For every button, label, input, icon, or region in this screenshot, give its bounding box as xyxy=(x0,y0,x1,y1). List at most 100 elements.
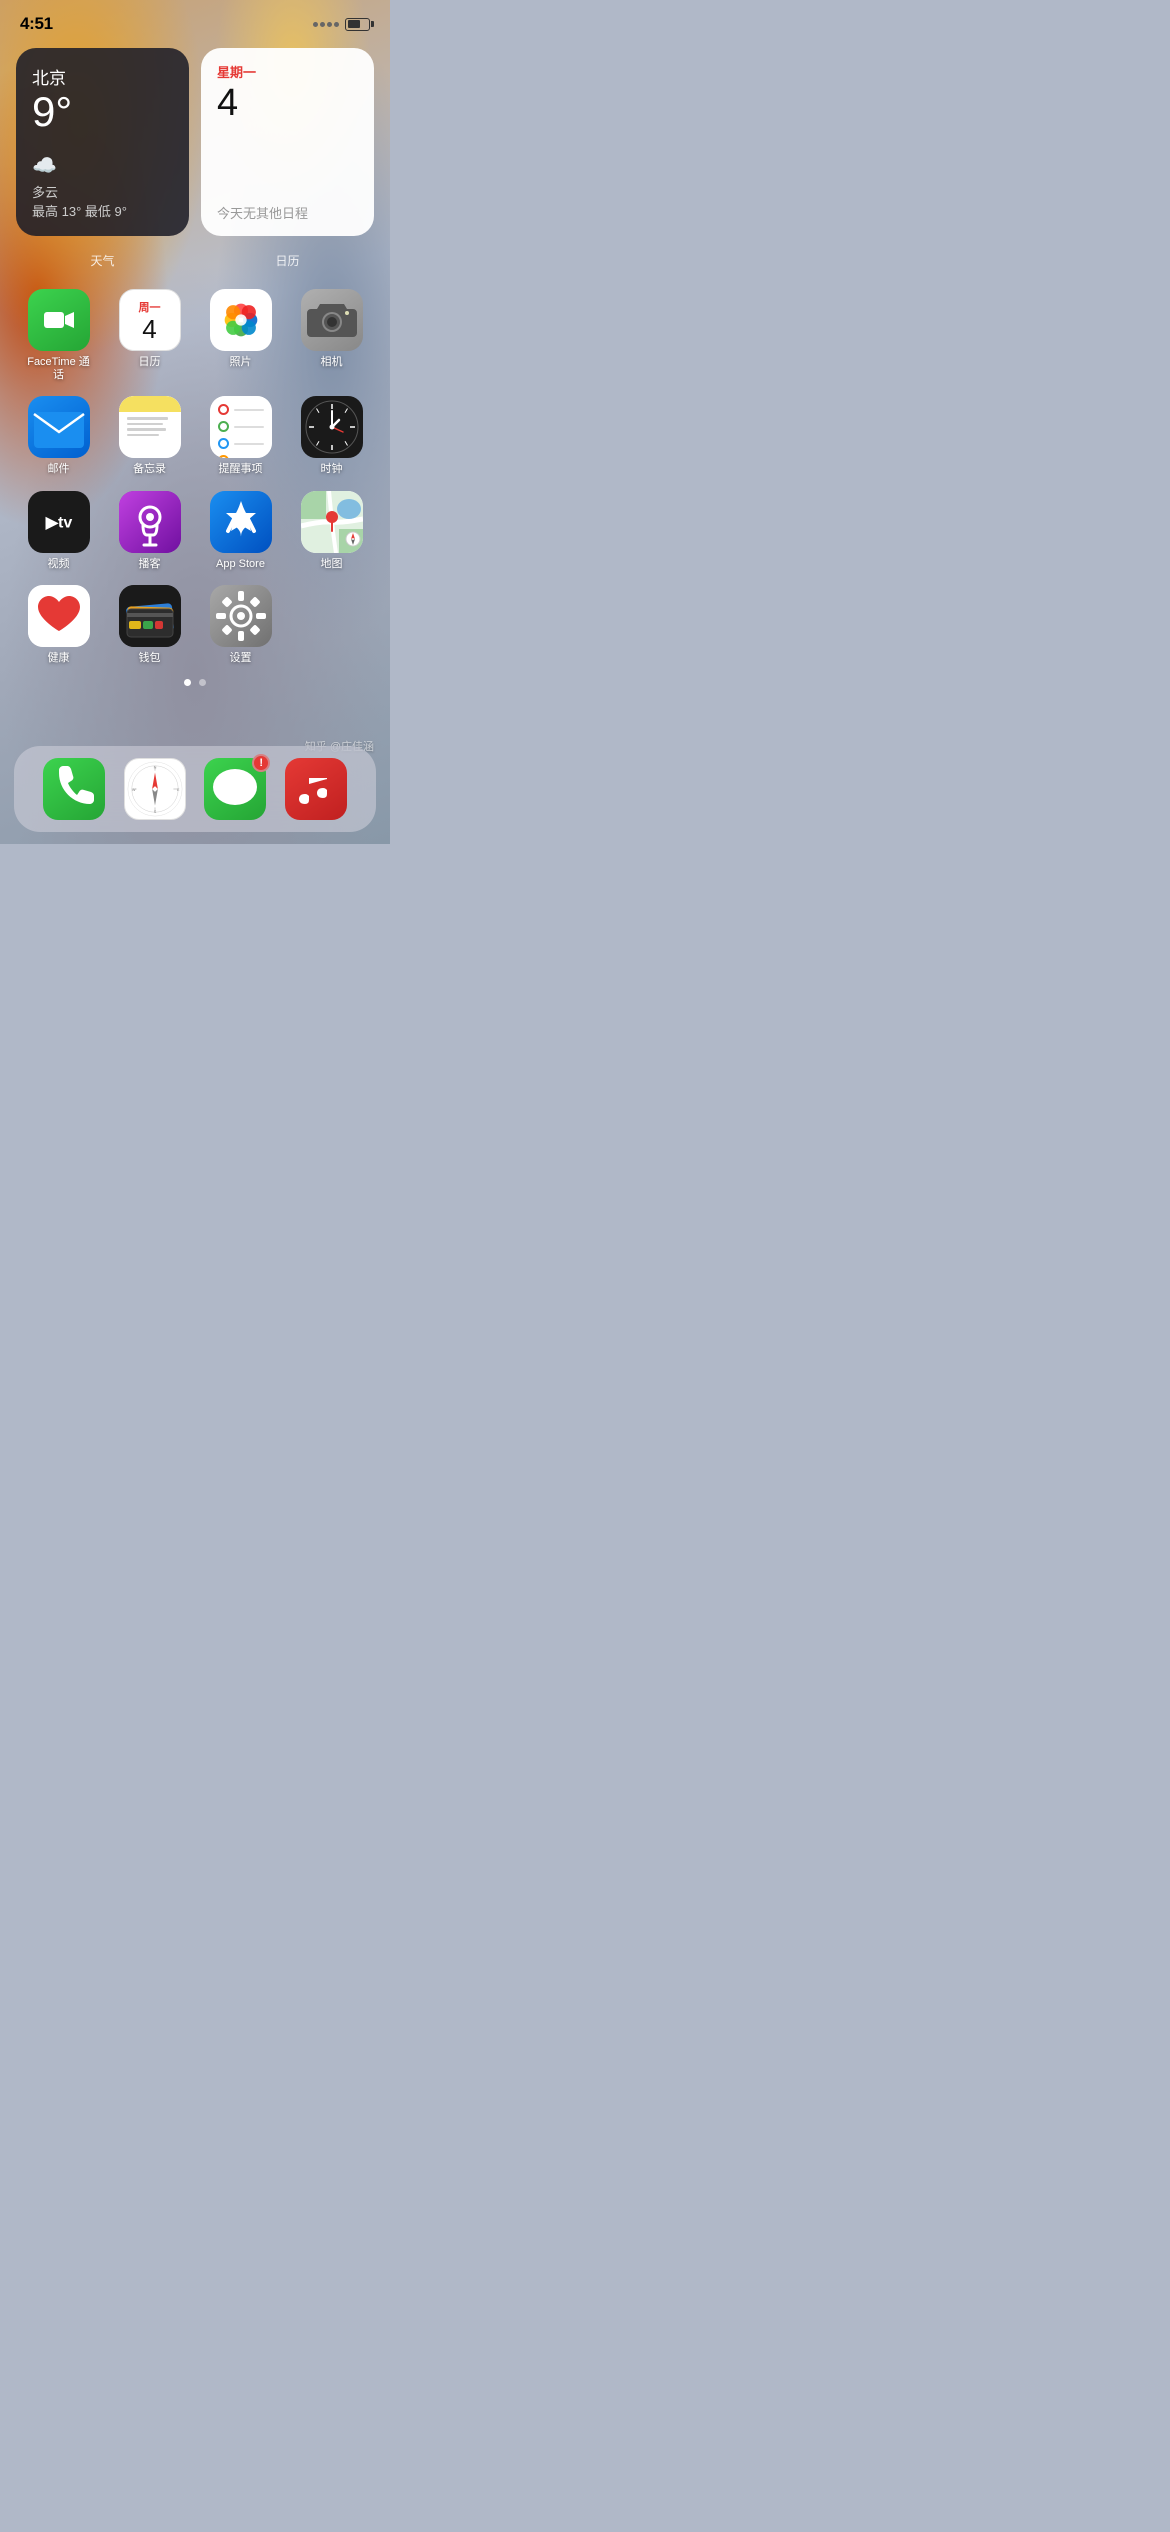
weather-widget-label: 天气 xyxy=(16,252,189,269)
app-empty-slot xyxy=(289,585,374,665)
wallet-svg xyxy=(119,585,181,647)
facetime-camera-svg xyxy=(42,303,76,337)
calendar-day-label: 星期一 xyxy=(217,62,358,81)
appstore-icon: ✦ xyxy=(210,491,272,553)
weather-temp: 9° xyxy=(32,91,173,133)
podcasts-icon xyxy=(119,491,181,553)
reminder-item-2 xyxy=(218,421,264,432)
app-reminders[interactable]: 提醒事项 xyxy=(198,396,283,476)
app-podcasts[interactable]: 播客 xyxy=(107,491,192,571)
reminders-label: 提醒事项 xyxy=(219,463,263,476)
svg-text:S: S xyxy=(153,809,156,814)
widget-labels: 天气 日历 xyxy=(16,252,374,269)
app-clock[interactable]: 时钟 xyxy=(289,396,374,476)
calendar-label: 日历 xyxy=(139,356,161,369)
settings-svg xyxy=(210,585,272,647)
settings-label: 设置 xyxy=(230,652,252,665)
app-grid-row4: 健康 钱包 xyxy=(16,585,374,665)
app-tv[interactable]: ▶tv 视频 xyxy=(16,491,101,571)
main-content: 北京 9° ☁️ 多云 最高 13° 最低 9° 星期一 4 今天无其他日程 天… xyxy=(0,40,390,686)
reminders-icon xyxy=(210,396,272,458)
facetime-label: FaceTime 通话 xyxy=(24,356,94,382)
app-grid-row1: FaceTime 通话 周一 4 日历 xyxy=(16,289,374,382)
mail-label: 邮件 xyxy=(48,463,70,476)
messages-badge: ! xyxy=(252,754,270,772)
calendar-widget[interactable]: 星期一 4 今天无其他日程 xyxy=(201,48,374,236)
app-facetime[interactable]: FaceTime 通话 xyxy=(16,289,101,382)
calendar-icon-day: 周一 xyxy=(126,299,174,315)
svg-text:▶tv: ▶tv xyxy=(44,514,72,531)
app-health[interactable]: 健康 xyxy=(16,585,101,665)
dock-messages[interactable]: ! xyxy=(204,758,266,820)
weather-range: 最高 13° 最低 9° xyxy=(32,201,173,220)
svg-text:N: N xyxy=(153,765,156,770)
camera-svg xyxy=(301,289,363,351)
app-maps[interactable]: 地图 xyxy=(289,491,374,571)
app-settings[interactable]: 设置 xyxy=(198,585,283,665)
tv-svg: ▶tv xyxy=(28,491,90,553)
calendar-icon-date: 4 xyxy=(142,316,156,342)
calendar-icon-inner: 周一 4 xyxy=(120,295,180,346)
weather-city: 北京 xyxy=(32,64,173,89)
dock: N S W E ! xyxy=(14,746,376,832)
safari-svg: N S W E xyxy=(125,758,185,820)
camera-icon xyxy=(301,289,363,351)
dock-music[interactable] xyxy=(285,758,347,820)
app-wallet[interactable]: 钱包 xyxy=(107,585,192,665)
battery-icon xyxy=(345,18,370,31)
music-svg xyxy=(285,758,347,820)
maps-label: 地图 xyxy=(321,558,343,571)
battery-fill xyxy=(348,20,360,28)
calendar-widget-label: 日历 xyxy=(201,252,374,269)
svg-text:E: E xyxy=(177,787,180,792)
cloud-icon: ☁️ xyxy=(32,153,173,178)
weather-widget[interactable]: 北京 9° ☁️ 多云 最高 13° 最低 9° xyxy=(16,48,189,236)
music-icon xyxy=(285,758,347,820)
health-label: 健康 xyxy=(48,652,70,665)
photos-label: 照片 xyxy=(230,356,252,369)
camera-label: 相机 xyxy=(321,356,343,369)
mail-icon xyxy=(28,396,90,458)
calendar-date-number: 4 xyxy=(217,83,358,125)
wallet-label: 钱包 xyxy=(139,652,161,665)
status-time: 4:51 xyxy=(20,14,53,34)
app-photos[interactable]: 照片 xyxy=(198,289,283,382)
phone-icon xyxy=(43,758,105,820)
maps-svg xyxy=(301,491,363,553)
signal-icon xyxy=(313,22,339,27)
reminder-item-1 xyxy=(218,404,264,415)
health-icon xyxy=(28,585,90,647)
health-svg xyxy=(28,585,90,647)
maps-icon xyxy=(301,491,363,553)
notes-icon xyxy=(119,396,181,458)
page-dot-1[interactable] xyxy=(184,679,191,686)
settings-icon xyxy=(210,585,272,647)
clock-icon xyxy=(301,396,363,458)
app-appstore[interactable]: ✦ App Store xyxy=(198,491,283,571)
appstore-a-icon xyxy=(210,491,272,553)
page-dot-2[interactable] xyxy=(199,679,206,686)
wallet-icon xyxy=(119,585,181,647)
app-grid-row2: 邮件 备忘录 xyxy=(16,396,374,476)
widgets-row: 北京 9° ☁️ 多云 最高 13° 最低 9° 星期一 4 今天无其他日程 xyxy=(16,48,374,236)
dock-safari[interactable]: N S W E xyxy=(124,758,186,820)
podcasts-label: 播客 xyxy=(139,558,161,571)
reminders-inner xyxy=(210,396,272,458)
status-bar: 4:51 xyxy=(0,0,390,40)
tv-label: 视频 xyxy=(48,558,70,571)
calendar-no-events: 今天无其他日程 xyxy=(217,203,358,222)
safari-icon: N S W E xyxy=(124,758,186,820)
dock-phone[interactable] xyxy=(43,758,105,820)
tv-icon: ▶tv xyxy=(28,491,90,553)
reminder-item-3 xyxy=(218,438,264,449)
app-notes[interactable]: 备忘录 xyxy=(107,396,192,476)
notes-lines xyxy=(119,412,181,458)
notes-label: 备忘录 xyxy=(133,463,166,476)
app-mail[interactable]: 邮件 xyxy=(16,396,101,476)
appstore-label: App Store xyxy=(216,558,265,571)
podcasts-svg xyxy=(119,491,181,553)
app-calendar[interactable]: 周一 4 日历 xyxy=(107,289,192,382)
app-grid-row3: ▶tv 视频 xyxy=(16,491,374,571)
notes-inner xyxy=(119,396,181,458)
app-camera[interactable]: 相机 xyxy=(289,289,374,382)
